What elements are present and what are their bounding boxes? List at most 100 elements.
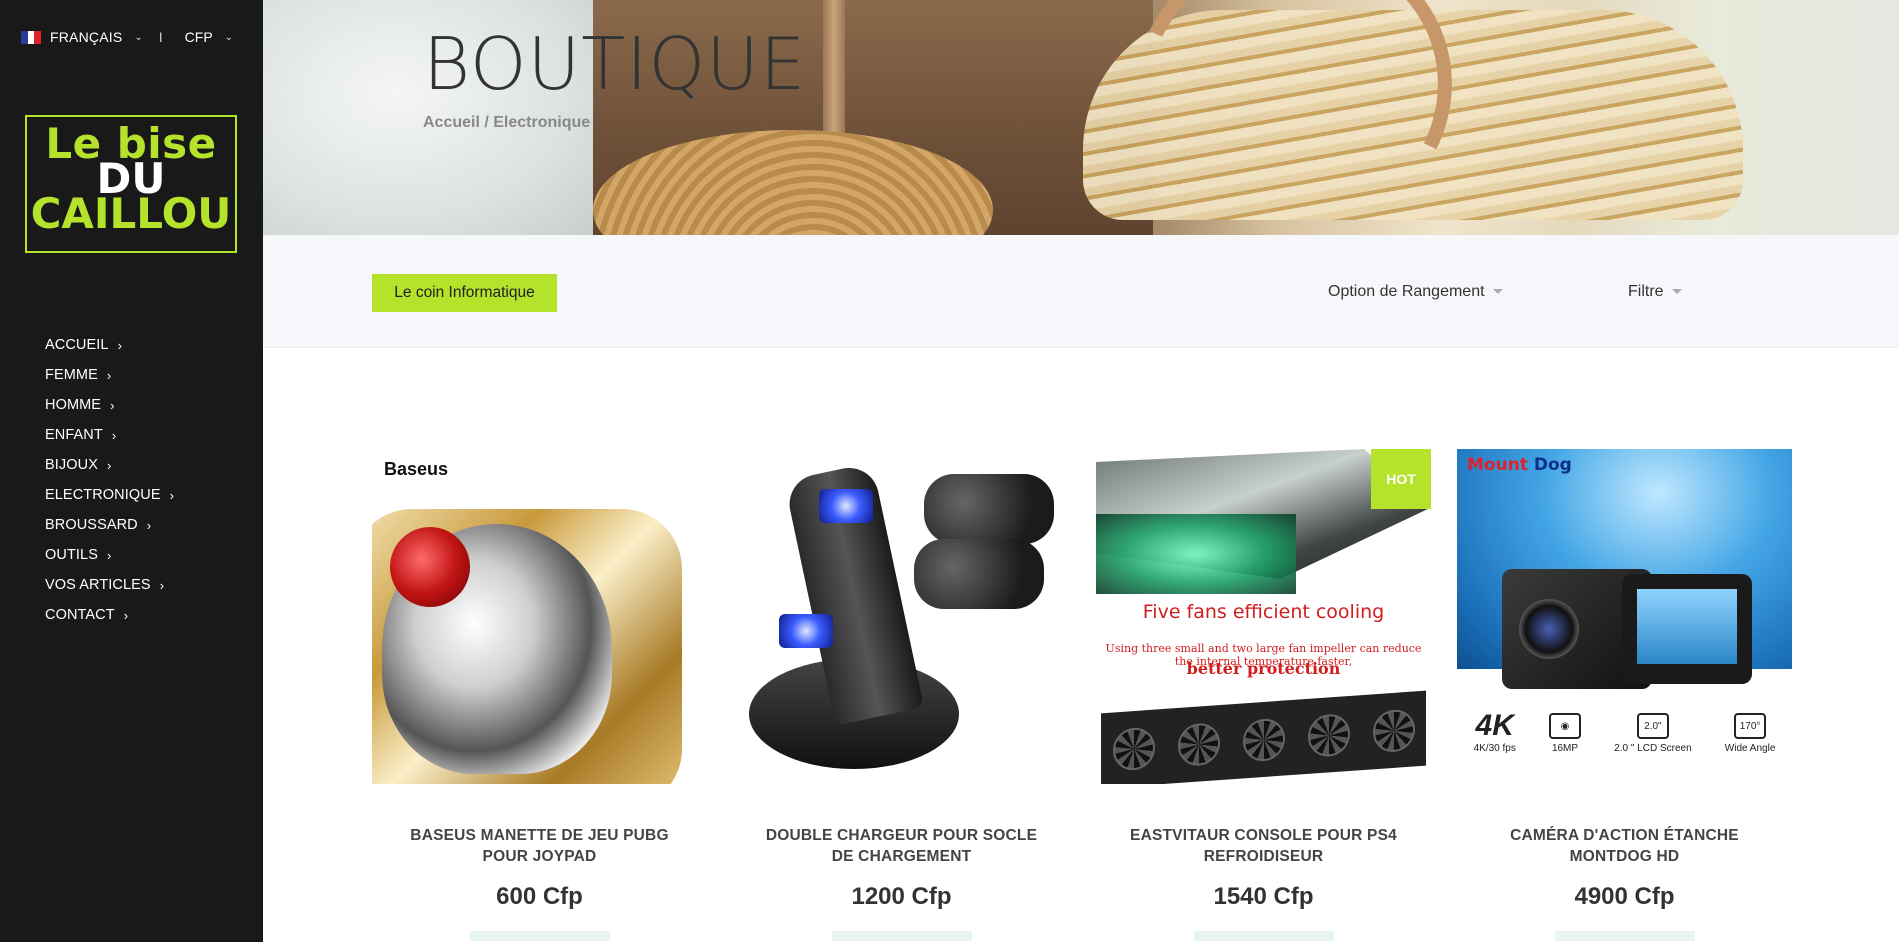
nav-item-outils[interactable]: OUTILS ›: [45, 540, 174, 570]
camera-screen-shape: [1637, 589, 1737, 664]
nav-item-label: VOS ARTICLES: [45, 577, 151, 593]
brand-part-b: Dog: [1527, 455, 1572, 475]
fan-icon: [1307, 712, 1350, 758]
chevron-down-icon[interactable]: ⌄: [134, 32, 142, 43]
sort-dropdown[interactable]: Option de Rangement: [1328, 283, 1503, 301]
sidebar: FRANÇAIS ⌄ I CFP ⌄ Le bise DU CAILLOU AC…: [0, 0, 263, 942]
fan-glow-shape: [1096, 514, 1296, 594]
controller-shape: [914, 539, 1044, 609]
nav-item-label: ACCUEIL: [45, 337, 109, 353]
trigger-button-shape: [390, 527, 470, 607]
add-to-cart-button[interactable]: [1193, 931, 1334, 941]
image-tagline: better protection: [1186, 659, 1341, 678]
site-logo[interactable]: Le bise DU CAILLOU: [25, 115, 237, 253]
product-price: 1540 Cfp: [1213, 883, 1314, 910]
flag-stripe-red: [34, 30, 42, 44]
chevron-right-icon: ›: [111, 427, 117, 443]
logo-line-3: CAILLOU: [30, 189, 232, 238]
fan-icon: [1372, 707, 1415, 753]
product-name[interactable]: DOUBLE CHARGEUR POUR SOCLE DE CHARGEMENT: [734, 825, 1069, 867]
add-to-cart-button[interactable]: [469, 931, 610, 941]
shop-toolbar: Le coin Informatique Option de Rangement…: [263, 235, 1899, 348]
caret-down-icon: [1671, 289, 1682, 295]
spec-label: 16MP: [1551, 743, 1579, 754]
spec-angle: 170° Wide Angle: [1724, 713, 1776, 754]
nav-item-accueil[interactable]: ACCUEIL ›: [45, 330, 174, 360]
controller-shape: [924, 474, 1054, 544]
filter-label: Filtre: [1628, 283, 1664, 300]
flag-stripe-white: [27, 30, 35, 44]
spec-label: 4K/30 fps: [1473, 743, 1516, 754]
language-selector[interactable]: FRANÇAIS: [50, 29, 122, 45]
french-flag-icon: [21, 30, 42, 44]
breadcrumb[interactable]: Accueil / Electronique: [423, 114, 590, 132]
screen-icon: 2.0": [1636, 713, 1669, 739]
product-card[interactable]: Baseus BASEUS MANETTE DE JEU PUBG POUR J…: [372, 449, 707, 941]
nav-item-label: ENFANT: [45, 427, 103, 443]
product-card[interactable]: Five fans efficient cooling Using three …: [1096, 449, 1431, 941]
nav-item-electronique[interactable]: ELECTRONIQUE ›: [45, 480, 174, 510]
image-headline: Five fans efficient cooling: [1142, 601, 1385, 623]
product-price: 600 Cfp: [496, 883, 583, 910]
sort-label: Option de Rangement: [1328, 283, 1485, 300]
chevron-right-icon: ›: [159, 577, 165, 593]
product-image-charging-dock[interactable]: [734, 449, 1069, 784]
product-name[interactable]: BASEUS MANETTE DE JEU PUBG POUR JOYPAD: [372, 825, 707, 867]
product-card[interactable]: Mount Dog 4K 4K/30 fps ◉ 16MP 2.0" 2.0 "…: [1457, 449, 1792, 941]
nav-item-contact[interactable]: CONTACT ›: [45, 600, 174, 630]
spec-label: 2.0 " LCD Screen: [1614, 743, 1692, 754]
spec-resolution: 4K 4K/30 fps: [1474, 709, 1516, 754]
nav-item-broussard[interactable]: BROUSSARD ›: [45, 510, 174, 540]
camera-specs: 4K 4K/30 fps ◉ 16MP 2.0" 2.0 " LCD Scree…: [1457, 709, 1792, 754]
fan-icon: [1112, 726, 1155, 772]
spec-4k-icon: 4K: [1475, 709, 1514, 742]
product-image-ps4-cooler[interactable]: Five fans efficient cooling Using three …: [1096, 449, 1431, 784]
page-title: BOUTIQUE: [423, 22, 807, 106]
hero-banner: BOUTIQUE Accueil / Electronique: [263, 0, 1899, 235]
nav-item-label: BIJOUX: [45, 457, 98, 473]
chevron-right-icon: ›: [106, 367, 112, 383]
nav-item-bijoux[interactable]: BIJOUX ›: [45, 450, 174, 480]
currency-selector[interactable]: CFP: [185, 29, 213, 45]
product-price: 1200 Cfp: [851, 883, 952, 910]
product-brand-label: Mount Dog: [1467, 455, 1572, 475]
nav-item-label: HOMME: [45, 397, 102, 413]
chevron-right-icon: ›: [110, 397, 115, 413]
product-name[interactable]: EASTVITAUR CONSOLE POUR PS4 REFROIDISEUR: [1096, 825, 1431, 867]
nav-item-enfant[interactable]: ENFANT ›: [45, 420, 174, 450]
nav-item-label: ELECTRONIQUE: [45, 487, 161, 503]
main-nav: ACCUEIL › FEMME › HOMME › ENFANT › BIJOUX › E…: [45, 330, 174, 630]
category-tag-button[interactable]: Le coin Informatique: [372, 274, 557, 312]
caret-down-icon: [1492, 289, 1503, 295]
chevron-down-icon[interactable]: ⌄: [225, 32, 233, 43]
nav-item-label: BROUSSARD: [45, 517, 138, 533]
fan-strip: [1101, 690, 1426, 784]
product-image-gamepad-trigger[interactable]: Baseus: [372, 449, 707, 784]
chevron-right-icon: ›: [117, 337, 122, 353]
nav-item-label: FEMME: [45, 367, 98, 383]
product-name[interactable]: CAMÉRA D'ACTION ÉTANCHE MONTDOG HD: [1457, 825, 1792, 867]
flag-stripe-blue: [21, 30, 28, 44]
add-to-cart-button[interactable]: [831, 931, 972, 941]
chevron-right-icon: ›: [106, 547, 112, 563]
product-image-action-camera[interactable]: Mount Dog 4K 4K/30 fps ◉ 16MP 2.0" 2.0 "…: [1457, 449, 1792, 784]
chevron-right-icon: ›: [169, 487, 175, 503]
led-light-shape: [779, 614, 833, 648]
spec-megapixels: ◉ 16MP: [1549, 713, 1581, 754]
nav-item-homme[interactable]: HOMME ›: [45, 390, 174, 420]
camera-icon: ◉: [1549, 713, 1581, 739]
add-to-cart-button[interactable]: [1554, 931, 1695, 941]
nav-item-label: OUTILS: [45, 547, 98, 563]
nav-item-vos-articles[interactable]: VOS ARTICLES ›: [45, 570, 174, 600]
chevron-right-icon: ›: [123, 607, 129, 623]
spec-label: Wide Angle: [1724, 743, 1776, 754]
spec-screen: 2.0" 2.0 " LCD Screen: [1614, 713, 1692, 754]
nav-item-femme[interactable]: FEMME ›: [45, 360, 174, 390]
hot-badge: HOT: [1371, 449, 1431, 509]
chevron-right-icon: ›: [146, 517, 152, 533]
filter-dropdown[interactable]: Filtre: [1628, 283, 1682, 301]
brand-part-a: Mount: [1467, 455, 1528, 475]
product-brand-label: Baseus: [384, 459, 449, 479]
product-card[interactable]: DOUBLE CHARGEUR POUR SOCLE DE CHARGEMENT…: [734, 449, 1069, 941]
top-bar: FRANÇAIS ⌄ I CFP ⌄: [21, 26, 249, 48]
